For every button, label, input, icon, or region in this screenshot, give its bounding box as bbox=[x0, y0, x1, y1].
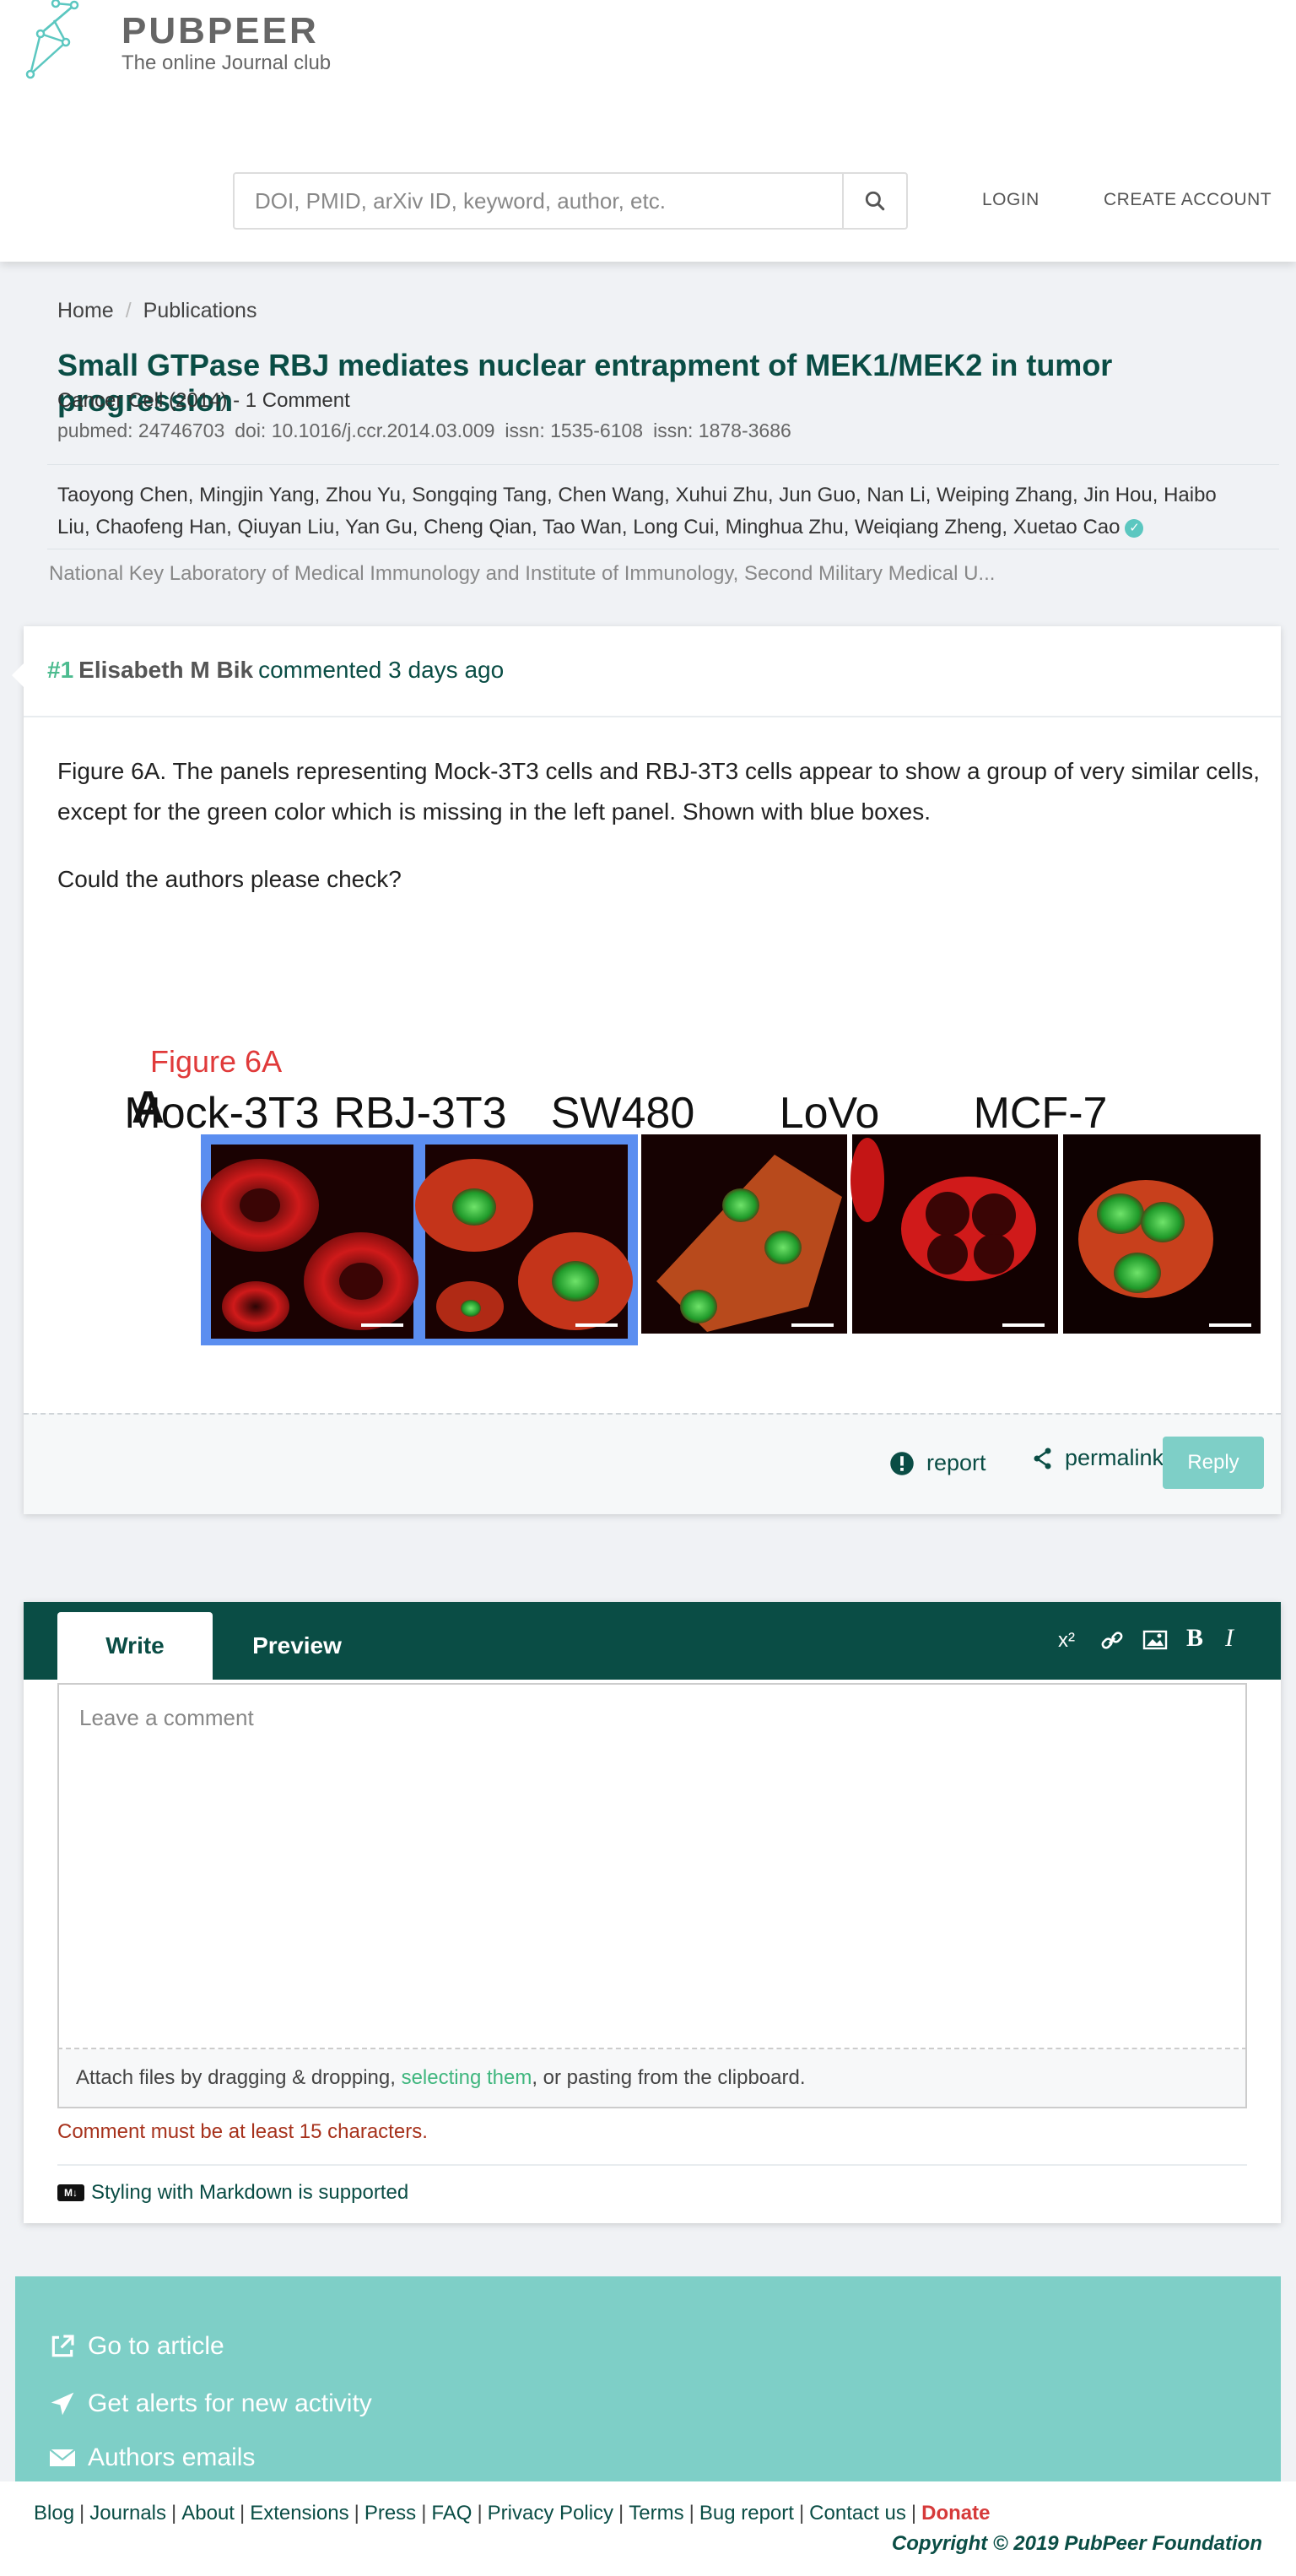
footer-link-privacy[interactable]: Privacy Policy bbox=[488, 2502, 613, 2525]
authors-text: Taoyong Chen, Mingjin Yang, Zhou Yu, Son… bbox=[57, 484, 1217, 538]
footer-link-extensions[interactable]: Extensions bbox=[250, 2502, 348, 2525]
comment-number[interactable]: #1 bbox=[47, 657, 73, 683]
validation-error: Comment must be at least 15 characters. bbox=[57, 2120, 428, 2143]
select-files-link[interactable]: selecting them bbox=[402, 2066, 532, 2089]
breadcrumb: Home / Publications bbox=[57, 299, 256, 323]
italic-button[interactable]: I bbox=[1225, 1624, 1234, 1653]
verified-check-icon: ✓ bbox=[1125, 518, 1144, 538]
comment-header: #1 Elisabeth M Bik commented 3 days ago bbox=[24, 626, 1281, 717]
institution: National Key Laboratory of Medical Immun… bbox=[49, 562, 996, 585]
reply-button[interactable]: Reply bbox=[1163, 1437, 1264, 1489]
superscript-button[interactable]: x² bbox=[1058, 1629, 1075, 1653]
footer-link-faq[interactable]: FAQ bbox=[431, 2502, 472, 2525]
figure-label: RBJ-3T3 bbox=[333, 1089, 506, 1138]
authors-emails-label: Authors emails bbox=[88, 2443, 256, 2471]
site-header: PUBPEER The online Journal club LOGIN CR… bbox=[0, 0, 1296, 262]
attach-prefix: Attach files by dragging & dropping, bbox=[76, 2066, 402, 2089]
footer-link-blog[interactable]: Blog bbox=[34, 2502, 74, 2525]
link-icon[interactable] bbox=[1100, 1629, 1124, 1653]
actions-panel: Go to article Get alerts for new activit… bbox=[15, 2276, 1281, 2481]
figure-label: Mock-3T3 bbox=[124, 1089, 319, 1138]
search-input[interactable] bbox=[235, 174, 844, 228]
login-link[interactable]: LOGIN bbox=[982, 190, 1040, 210]
search-button[interactable] bbox=[842, 174, 906, 228]
breadcrumb-home[interactable]: Home bbox=[57, 299, 114, 322]
brand[interactable]: PUBPEER The online Journal club bbox=[122, 10, 331, 74]
go-to-article-label: Go to article bbox=[88, 2332, 224, 2360]
search-bar bbox=[233, 172, 908, 230]
comment-paragraph: Could the authors please check? bbox=[57, 866, 402, 892]
figure-label: MCF-7 bbox=[974, 1089, 1108, 1138]
tab-preview[interactable]: Preview bbox=[213, 1612, 381, 1680]
journal-line: Cancer Cell (2014) - 1 Comment bbox=[57, 389, 350, 412]
footer-link-about[interactable]: About bbox=[181, 2502, 235, 2525]
issn-online: issn: 1878-3686 bbox=[653, 419, 791, 441]
footer-link-terms[interactable]: Terms bbox=[629, 2502, 683, 2525]
breadcrumb-separator: / bbox=[125, 299, 132, 322]
comment-timestamp[interactable]: commented 3 days ago bbox=[258, 657, 504, 683]
exclamation-circle-icon bbox=[890, 1451, 914, 1475]
markdown-note-label: Styling with Markdown is supported bbox=[91, 2181, 409, 2204]
pubmed-id[interactable]: pubmed: 24746703 bbox=[57, 419, 224, 441]
footer-link-press[interactable]: Press bbox=[364, 2502, 416, 2525]
footer-link-journals[interactable]: Journals bbox=[89, 2502, 166, 2525]
share-icon bbox=[1034, 1448, 1051, 1469]
comment-paragraph: Figure 6A. The panels representing Mock-… bbox=[57, 758, 1261, 825]
permalink-label: permalink bbox=[1065, 1445, 1164, 1470]
create-account-link[interactable]: CREATE ACCOUNT bbox=[1104, 190, 1272, 210]
divider bbox=[47, 464, 1279, 465]
card-pointer bbox=[12, 663, 24, 687]
markdown-icon: M↓ bbox=[57, 2184, 84, 2201]
markdown-note[interactable]: M↓ Styling with Markdown is supported bbox=[57, 2164, 1247, 2205]
figure-panel bbox=[1063, 1134, 1261, 1334]
figure-panel bbox=[415, 1145, 633, 1339]
image-icon[interactable] bbox=[1142, 1629, 1168, 1651]
get-alerts-label: Get alerts for new activity bbox=[88, 2389, 372, 2417]
tab-write[interactable]: Write bbox=[57, 1612, 213, 1680]
footer-link-contact[interactable]: Contact us bbox=[809, 2502, 906, 2525]
permalink-link[interactable]: permalink bbox=[1033, 1445, 1164, 1471]
copyright: Copyright © 2019 PubPeer Foundation bbox=[891, 2532, 1262, 2555]
figure-label: SW480 bbox=[551, 1089, 695, 1138]
footer-links: Blog | Journals | About | Extensions | Press | FAQ… bbox=[34, 2502, 991, 2525]
attach-suffix: , or pasting from the clipboard. bbox=[532, 2066, 806, 2089]
authors-emails-link[interactable]: Authors emails bbox=[49, 2443, 255, 2472]
report-label: report bbox=[926, 1450, 986, 1475]
figure-panel bbox=[850, 1134, 1058, 1334]
search-icon bbox=[865, 191, 885, 211]
get-alerts-link[interactable]: Get alerts for new activity bbox=[49, 2389, 372, 2418]
bold-button[interactable]: B bbox=[1186, 1624, 1203, 1653]
brand-name: PUBPEER bbox=[122, 10, 319, 51]
report-link[interactable]: report bbox=[889, 1450, 986, 1476]
comment-author[interactable]: Elisabeth M Bik bbox=[78, 657, 253, 683]
attach-files-bar: Attach files by dragging & dropping, sel… bbox=[57, 2049, 1247, 2108]
footer-link-bug-report[interactable]: Bug report bbox=[699, 2502, 794, 2525]
identifiers: pubmed: 24746703 doi: 10.1016/j.ccr.2014.… bbox=[57, 419, 802, 442]
comment-figure-image: Figure 6A A Mock-3T3 RBJ-3T3 SW480 LoVo … bbox=[124, 1044, 1261, 1345]
doi[interactable]: doi: 10.1016/j.ccr.2014.03.009 bbox=[235, 419, 494, 441]
figure-label: LoVo bbox=[780, 1089, 880, 1138]
figure-panel bbox=[201, 1145, 418, 1339]
pubpeer-logo-icon[interactable] bbox=[24, 0, 91, 84]
editor-toolbar: Write Preview x² B I bbox=[24, 1602, 1281, 1680]
issn-print: issn: 1535-6108 bbox=[505, 419, 644, 441]
envelope-icon bbox=[49, 2449, 76, 2466]
donate-link[interactable]: Donate bbox=[921, 2502, 990, 2525]
comment-footer: report permalink Reply bbox=[24, 1413, 1281, 1514]
comment-card: #1 Elisabeth M Bik commented 3 days ago Fi… bbox=[12, 626, 1281, 1514]
paper-plane-icon bbox=[51, 2392, 74, 2416]
brand-tagline: The online Journal club bbox=[122, 51, 332, 74]
author-list: Taoyong Chen, Mingjin Yang, Zhou Yu, Son… bbox=[57, 479, 1247, 544]
comment-editor: Write Preview x² B I Attach files by dra… bbox=[24, 1602, 1281, 2223]
site-footer: Blog | Journals | About | Extensions | Press | FAQ… bbox=[0, 2481, 1296, 2576]
comment-textarea[interactable] bbox=[57, 1683, 1247, 2049]
figure-panel bbox=[641, 1134, 847, 1334]
breadcrumb-publications[interactable]: Publications bbox=[143, 299, 257, 322]
figure-caption: Figure 6A bbox=[150, 1044, 282, 1079]
external-link-icon bbox=[51, 2335, 74, 2357]
go-to-article-link[interactable]: Go to article bbox=[49, 2332, 224, 2361]
